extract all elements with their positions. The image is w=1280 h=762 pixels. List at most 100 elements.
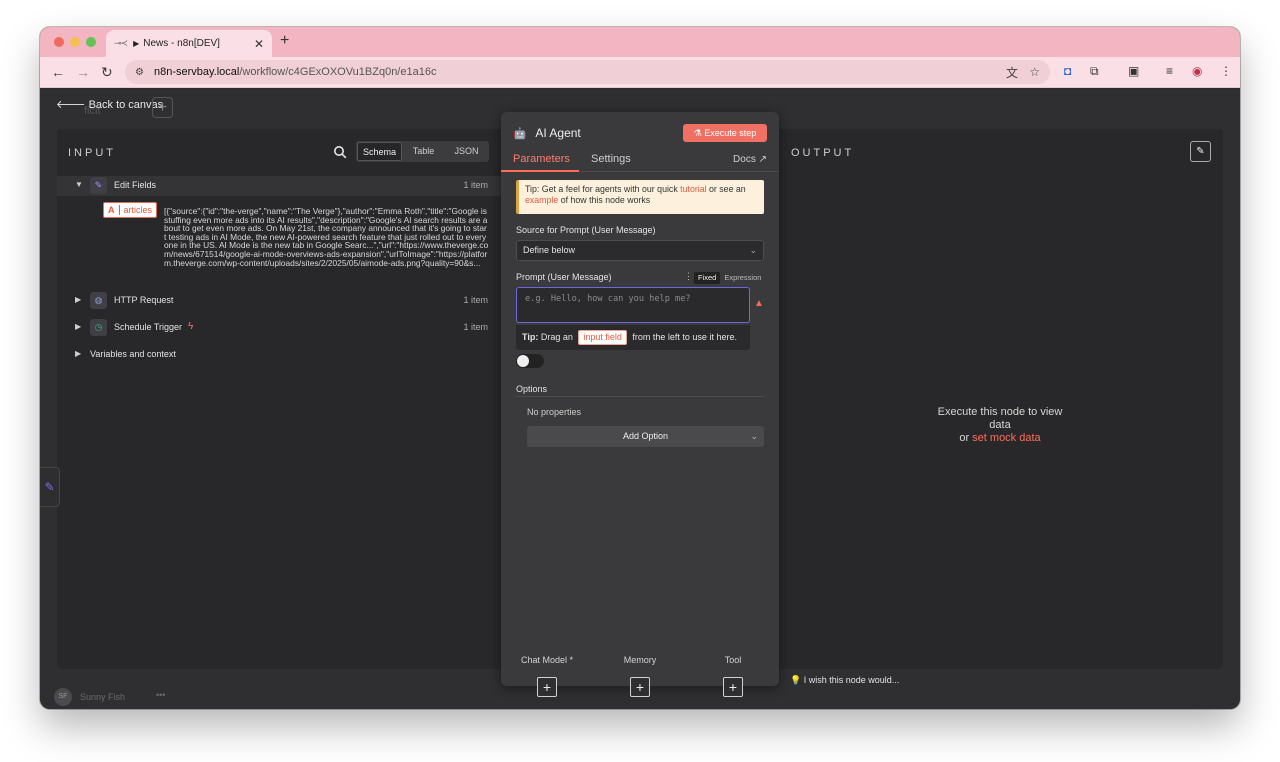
node-title[interactable]: AI Agent: [535, 126, 580, 140]
back-arrow-icon[interactable]: ←: [51, 63, 65, 81]
site-settings-icon[interactable]: ⚙: [135, 67, 144, 78]
input-field-chip: input field: [578, 330, 627, 345]
set-mock-data-link[interactable]: set mock data: [972, 432, 1040, 444]
output-empty-state: Execute this node to view data or set mo…: [929, 406, 1071, 445]
avatar[interactable]: SF: [54, 688, 72, 706]
empty-message: Execute this node to view data: [937, 406, 1063, 431]
chevron-right-icon[interactable]: ▶: [75, 349, 81, 358]
notice-text: Tip: Get a feel for agents with our quic…: [525, 184, 681, 194]
robot-icon: 🤖: [513, 128, 527, 140]
user-menu-icon[interactable]: •••: [156, 690, 165, 700]
url-path: /workflow/c4GExOXOVu1BZq0n/e1a16c: [239, 66, 437, 78]
node-row-http-request[interactable]: ▶ ◍ HTTP Request 1 item: [57, 291, 502, 311]
add-tool-button[interactable]: +: [723, 677, 743, 697]
lightning-icon: ϟ: [188, 321, 194, 332]
audio-play-icon: ▶: [133, 39, 140, 48]
external-link-icon: ↗: [758, 154, 767, 165]
view-table-button[interactable]: Table: [402, 142, 445, 161]
menu-kebab-icon[interactable]: ⋮: [1220, 64, 1232, 78]
n8n-favicon-icon: ⊸≺: [114, 38, 128, 48]
param-options-icon[interactable]: ⋮: [684, 271, 693, 282]
panel-drag-handle[interactable]: ✎: [40, 467, 60, 507]
chat-model-label: Chat Model *: [520, 655, 574, 665]
close-window-button[interactable]: [54, 37, 64, 47]
add-option-label: Add Option: [622, 431, 669, 441]
feedback-prompt[interactable]: 💡 I wish this node would...: [790, 675, 899, 686]
profile-icon[interactable]: ◉: [1192, 64, 1202, 78]
prompt-input[interactable]: e.g. Hello, how can you help me?: [516, 287, 750, 323]
field-pill-articles[interactable]: A articles: [103, 202, 158, 218]
browser-toolbar: ← → ↻ ⚙ n8n-servbay.local/workflow/c4GEx…: [40, 57, 1240, 88]
chevron-right-icon[interactable]: ▶: [75, 295, 81, 304]
add-memory-button[interactable]: +: [630, 677, 650, 697]
chevron-down-icon: ⌄: [749, 245, 757, 255]
browser-window: ⊸≺ ▶ News - n8n[DEV] ✕ + ← → ↻ ⚙ n8n-ser…: [40, 27, 1240, 709]
mode-fixed[interactable]: Fixed: [694, 272, 721, 284]
address-bar[interactable]: ⚙ n8n-servbay.local/workflow/c4GExOXOVu1…: [125, 60, 1050, 84]
user-name: Sunny Fish: [80, 692, 126, 702]
flask-icon: ⚗: [693, 128, 702, 138]
tab-title: News - n8n[DEV]: [143, 38, 220, 49]
mode-expression[interactable]: Expression: [720, 272, 765, 284]
maximize-window-button[interactable]: [86, 37, 96, 47]
output-panel: OUTPUT ✎ Execute this node to view data …: [779, 129, 1223, 669]
tab-strip: ⊸≺ ▶ News - n8n[DEV] ✕ +: [40, 27, 1240, 57]
execute-step-button[interactable]: ⚗ Execute step: [683, 124, 767, 142]
tip-text: from the left to use it here.: [629, 332, 737, 342]
execute-step-label: Execute step: [704, 128, 757, 138]
node-name: HTTP Request: [114, 295, 174, 305]
tab-close-icon[interactable]: ✕: [254, 37, 264, 51]
node-row-edit-fields[interactable]: ▼ ✎ Edit Fields 1 item: [57, 176, 502, 196]
translate-icon[interactable]: 文: [1006, 64, 1018, 81]
tutorial-link[interactable]: tutorial: [680, 184, 706, 194]
add-chat-model-button[interactable]: +: [537, 677, 557, 697]
node-row-schedule-trigger[interactable]: ▶ ◷ Schedule Trigger ϟ 1 item: [57, 318, 502, 338]
warning-icon: ▲: [754, 298, 764, 309]
chevron-down-icon: ⌄: [750, 431, 758, 441]
globe-icon: ◍: [90, 292, 107, 309]
field-value: [{"source":{"id":"the-verge","name":"The…: [164, 206, 489, 268]
no-properties-text: No properties: [527, 407, 582, 417]
back-to-canvas-button[interactable]: 🡐 Back to canvas: [56, 97, 163, 111]
node-row-variables[interactable]: ▶ Variables and context: [57, 345, 502, 365]
view-json-button[interactable]: JSON: [445, 142, 488, 161]
chevron-right-icon[interactable]: ▶: [75, 322, 81, 331]
reload-icon[interactable]: ↻: [101, 63, 113, 81]
edit-output-button[interactable]: ✎: [1190, 141, 1211, 162]
tab-parameters[interactable]: Parameters: [513, 153, 570, 165]
add-option-button[interactable]: Add Option ⌄: [527, 426, 764, 447]
view-schema-button[interactable]: Schema: [357, 142, 402, 161]
toggle-switch[interactable]: [516, 354, 544, 368]
bookmark-star-icon[interactable]: ☆: [1029, 65, 1040, 79]
memory-label: Memory: [623, 655, 657, 665]
node-name: Variables and context: [90, 349, 176, 359]
pencil-icon: ✎: [44, 480, 55, 494]
tab-settings[interactable]: Settings: [591, 153, 631, 165]
notice-text: or see an: [706, 184, 746, 194]
string-type-icon: A: [108, 205, 115, 215]
docs-link[interactable]: Docs ↗: [733, 154, 767, 165]
divider: [516, 396, 764, 397]
forward-arrow-icon[interactable]: →: [76, 63, 90, 81]
url-host: n8n-servbay.local: [153, 66, 240, 78]
browser-tab[interactable]: ⊸≺ ▶ News - n8n[DEV] ✕: [106, 30, 272, 57]
example-link[interactable]: example: [525, 195, 558, 205]
minimize-window-button[interactable]: [70, 37, 80, 47]
input-title: INPUT: [68, 147, 116, 159]
clock-icon: ◷: [90, 319, 107, 336]
source-select[interactable]: Define below ⌄: [516, 240, 764, 261]
item-count: 1 item: [463, 322, 488, 332]
extensions-icon[interactable]: ⧉: [1090, 64, 1099, 79]
search-icon[interactable]: [333, 145, 347, 159]
agent-tip-notice: Tip: Get a feel for agents with our quic…: [516, 180, 764, 214]
tab-search-icon[interactable]: ▣: [1128, 64, 1139, 78]
password-manager-icon[interactable]: ◘: [1064, 64, 1071, 78]
add-node-button[interactable]: +: [152, 97, 173, 118]
active-tab-indicator: [501, 170, 579, 172]
new-tab-button[interactable]: +: [280, 32, 289, 50]
reading-list-icon[interactable]: ≡: [1166, 64, 1173, 78]
docs-label: Docs: [733, 154, 756, 165]
chevron-down-icon[interactable]: ▼: [75, 180, 83, 189]
notice-text: of how this node works: [558, 195, 651, 205]
options-title: Options: [516, 384, 548, 394]
